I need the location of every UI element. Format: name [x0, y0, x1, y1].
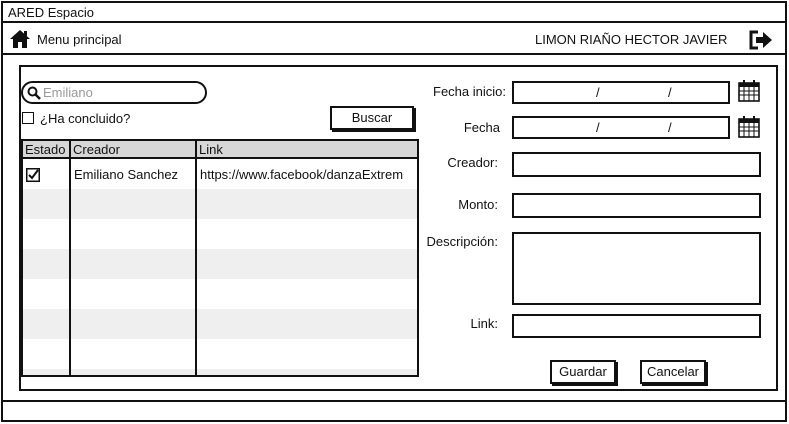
- column-header-link[interactable]: Link: [196, 141, 417, 159]
- descripcion-label: Descripción:: [426, 234, 498, 249]
- estado-cell: [23, 219, 71, 249]
- estado-cell: [23, 309, 71, 339]
- table-row[interactable]: Emiliano Sanchez https://www.facebook/da…: [23, 158, 417, 189]
- estado-cell: [23, 158, 71, 189]
- estado-cell: [23, 189, 71, 219]
- link-cell: [196, 189, 417, 219]
- search-value: Emiliano: [43, 85, 93, 100]
- creador-cell: [70, 369, 197, 375]
- table-row[interactable]: [23, 369, 417, 375]
- date-separator: /: [596, 120, 600, 135]
- window-title: ARED Espacio: [8, 5, 94, 20]
- table-row[interactable]: [23, 189, 417, 219]
- table-row[interactable]: [23, 309, 417, 339]
- menu-principal-link[interactable]: Menu principal: [9, 29, 129, 51]
- column-header-estado[interactable]: Estado: [23, 141, 71, 159]
- title-bar: ARED Espacio: [3, 3, 785, 23]
- estado-cell: [23, 279, 71, 309]
- link-cell: [196, 369, 417, 375]
- status-bar: [3, 400, 785, 420]
- fecha-input[interactable]: / /: [512, 116, 730, 139]
- link-cell: [196, 219, 417, 249]
- link-cell: https://www.facebook/danzaExtrem: [200, 166, 404, 182]
- estado-cell: [23, 339, 71, 369]
- concluido-checkbox[interactable]: [22, 112, 34, 124]
- concluido-label: ¿Ha concluido?: [40, 111, 131, 126]
- results-table: Estado Creador Link Emiliano Sanchez htt…: [21, 139, 419, 377]
- fecha-inicio-label: Fecha inicio:: [433, 84, 506, 99]
- fecha-inicio-input[interactable]: / /: [512, 81, 730, 104]
- creador-cell: [70, 219, 197, 249]
- cancelar-button[interactable]: Cancelar: [640, 360, 706, 384]
- creador-cell: [70, 189, 197, 219]
- nav-bar: Menu principal LIMON RIAÑO HECTOR JAVIER: [3, 25, 785, 55]
- estado-cell: [23, 249, 71, 279]
- table-header-row: Estado Creador Link: [23, 141, 417, 159]
- creador-cell: [70, 279, 197, 309]
- monto-input[interactable]: [512, 193, 761, 218]
- calendar-icon[interactable]: [738, 80, 760, 102]
- creador-cell: Emiliano Sanchez: [70, 158, 197, 189]
- logout-icon[interactable]: [749, 30, 773, 50]
- link-cell: [196, 279, 417, 309]
- link-cell: [196, 249, 417, 279]
- table-row[interactable]: [23, 339, 417, 369]
- creador-input[interactable]: [512, 152, 761, 177]
- home-icon: [10, 30, 30, 48]
- date-separator: /: [668, 120, 672, 135]
- table-row[interactable]: [23, 249, 417, 279]
- creador-cell: [70, 249, 197, 279]
- date-separator: /: [596, 85, 600, 100]
- menu-principal-label: Menu principal: [37, 32, 122, 47]
- link-input[interactable]: [512, 314, 761, 338]
- guardar-button[interactable]: Guardar: [550, 360, 616, 384]
- descripcion-textarea[interactable]: [512, 232, 761, 305]
- column-header-creador[interactable]: Creador: [70, 141, 197, 159]
- monto-label: Monto:: [458, 197, 498, 212]
- estado-cell: [23, 369, 71, 375]
- buscar-button[interactable]: Buscar: [330, 106, 414, 130]
- creador-cell: [70, 339, 197, 369]
- calendar-icon[interactable]: [738, 116, 760, 138]
- link-cell: [196, 339, 417, 369]
- fecha-label: Fecha: [463, 120, 500, 135]
- user-name: LIMON RIAÑO HECTOR JAVIER: [535, 32, 728, 47]
- checkmark-icon: [26, 167, 40, 182]
- search-input[interactable]: Emiliano: [21, 81, 207, 104]
- creador-cell: [70, 309, 197, 339]
- table-row[interactable]: [23, 219, 417, 249]
- date-separator: /: [668, 85, 672, 100]
- creador-label: Creador:: [447, 155, 498, 170]
- search-icon: [27, 86, 41, 100]
- link-label: Link:: [470, 316, 498, 331]
- link-cell: [196, 309, 417, 339]
- table-row[interactable]: [23, 279, 417, 309]
